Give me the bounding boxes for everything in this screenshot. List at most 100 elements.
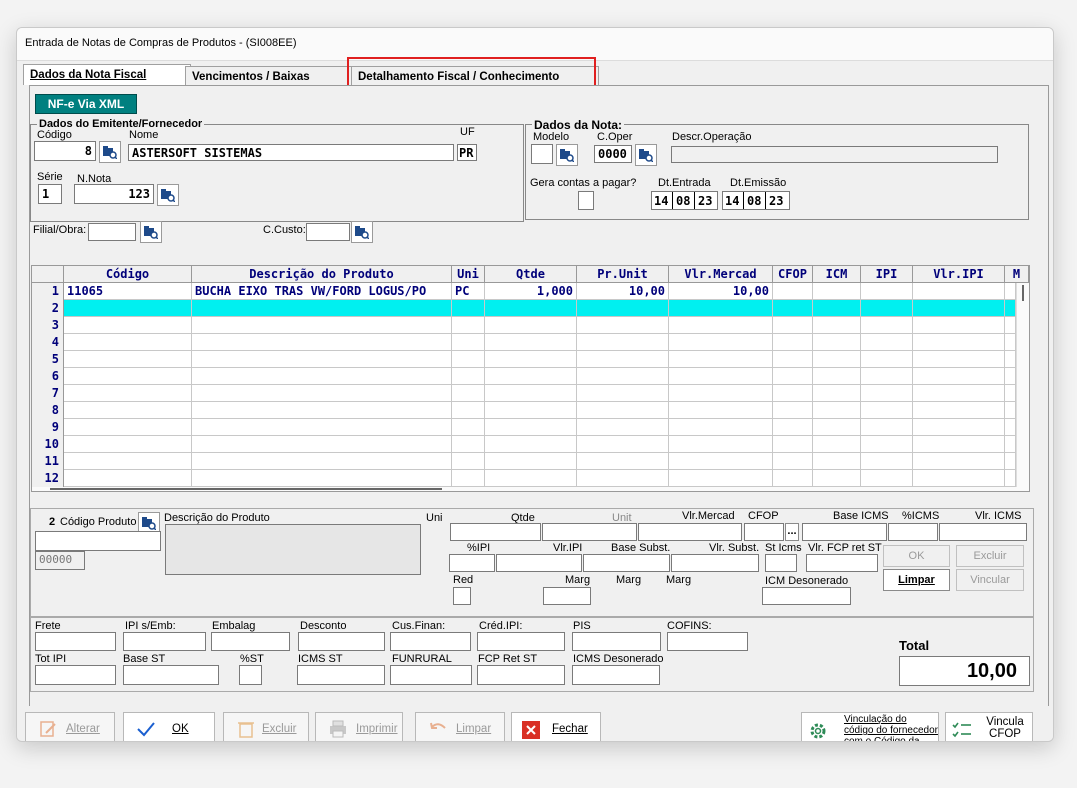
search-filial-button[interactable] — [140, 221, 162, 243]
cell-descricao[interactable] — [192, 317, 452, 334]
vinculacao-codigo-button[interactable]: Vinculação do código do fornecedor com o… — [801, 712, 939, 741]
cell-vlripi[interactable] — [913, 419, 1005, 436]
tab-vencimentos-baixas[interactable]: Vencimentos / Baixas — [185, 66, 353, 87]
cell-codigo[interactable] — [64, 351, 192, 368]
coper-input[interactable]: 0000 — [594, 145, 632, 163]
cell-descricao[interactable]: BUCHA EIXO TRAS VW/FORD LOGUS/PO — [192, 283, 452, 300]
base-subst-input[interactable] — [583, 554, 670, 572]
ipi-emb-input[interactable] — [123, 632, 206, 651]
cus-finan-input[interactable] — [390, 632, 471, 651]
tot-ipi-input[interactable] — [35, 665, 116, 685]
icms-st-input[interactable] — [297, 665, 385, 685]
cell-m[interactable] — [1005, 385, 1016, 402]
col-header-prunit[interactable]: Pr.Unit — [577, 266, 669, 283]
cell-m[interactable] — [1005, 402, 1016, 419]
dt-emissao-input[interactable]: 14 08 23 — [722, 191, 790, 210]
cell-qtde[interactable] — [485, 436, 577, 453]
cell-prunit[interactable] — [577, 385, 669, 402]
nfe-xml-button[interactable]: NF-e Via XML — [35, 94, 137, 114]
cell-cfop[interactable] — [773, 402, 813, 419]
modelo-input[interactable] — [531, 144, 553, 164]
col-header-m[interactable]: M — [1005, 266, 1029, 283]
cell-m[interactable] — [1005, 317, 1016, 334]
col-header-codigo[interactable]: Código — [64, 266, 192, 283]
cell-icm[interactable] — [813, 317, 861, 334]
cell-cfop[interactable] — [773, 317, 813, 334]
cell-cfop[interactable] — [773, 334, 813, 351]
table-row[interactable]: 5 — [32, 351, 1016, 368]
cell-uni[interactable] — [452, 470, 485, 487]
cell-codigo[interactable] — [64, 368, 192, 385]
cell-icm[interactable] — [813, 351, 861, 368]
cell-icm[interactable] — [813, 436, 861, 453]
cell-cfop[interactable] — [773, 453, 813, 470]
table-row[interactable]: 1 11065 BUCHA EIXO TRAS VW/FORD LOGUS/PO PC… — [32, 283, 1016, 300]
cell-descricao[interactable] — [192, 334, 452, 351]
cell-qtde[interactable] — [485, 351, 577, 368]
vincula-cfop-button[interactable]: Vincula CFOP — [945, 712, 1033, 741]
cell-m[interactable] — [1005, 436, 1016, 453]
cell-prunit[interactable] — [577, 317, 669, 334]
cell-cfop[interactable] — [773, 283, 813, 300]
vlr-fcp-input[interactable] — [806, 554, 878, 572]
cred-ipi-input[interactable] — [477, 632, 565, 651]
cfop-browse-button[interactable]: ... — [785, 523, 799, 541]
cell-prunit[interactable] — [577, 419, 669, 436]
cell-prunit[interactable] — [577, 351, 669, 368]
col-header-descricao[interactable]: Descrição do Produto — [192, 266, 452, 283]
search-modelo-button[interactable] — [556, 144, 578, 166]
cell-icm[interactable] — [813, 419, 861, 436]
cell-ipi[interactable] — [861, 334, 913, 351]
cell-vlrmercad[interactable] — [669, 368, 773, 385]
cell-vlrmercad[interactable] — [669, 453, 773, 470]
cell-icm[interactable] — [813, 300, 861, 317]
cell-codigo[interactable] — [64, 334, 192, 351]
cell-descricao[interactable] — [192, 300, 452, 317]
cell-m[interactable] — [1005, 351, 1016, 368]
cell-m[interactable] — [1005, 453, 1016, 470]
cell-vlripi[interactable] — [913, 351, 1005, 368]
cfop-input[interactable] — [744, 523, 784, 541]
base-st-input[interactable] — [123, 665, 219, 685]
cell-cfop[interactable] — [773, 470, 813, 487]
col-header-qtde[interactable]: Qtde — [485, 266, 577, 283]
nome-fornecedor-input[interactable]: ASTERSOFT SISTEMAS — [128, 144, 454, 161]
cell-codigo[interactable] — [64, 300, 192, 317]
serie-input[interactable]: 1 — [38, 184, 62, 204]
cell-vlripi[interactable] — [913, 453, 1005, 470]
cell-qtde[interactable] — [485, 419, 577, 436]
uf-input[interactable]: PR — [457, 144, 477, 161]
col-header-cfop[interactable]: CFOP — [773, 266, 813, 283]
cell-qtde[interactable] — [485, 334, 577, 351]
cell-vlrmercad[interactable]: 10,00 — [669, 283, 773, 300]
search-coper-button[interactable] — [635, 144, 657, 166]
marg-input[interactable] — [543, 587, 591, 605]
cell-vlrmercad[interactable] — [669, 470, 773, 487]
cell-m[interactable] — [1005, 368, 1016, 385]
table-row[interactable]: 8 — [32, 402, 1016, 419]
ok-button[interactable]: OK — [123, 712, 215, 741]
cell-prunit[interactable] — [577, 453, 669, 470]
col-header-icm[interactable]: ICM — [813, 266, 861, 283]
alterar-button[interactable]: Alterar — [25, 712, 115, 741]
cell-prunit[interactable] — [577, 334, 669, 351]
cell-descricao[interactable] — [192, 470, 452, 487]
cell-icm[interactable] — [813, 385, 861, 402]
col-header-vlrmercad[interactable]: Vlr.Mercad — [669, 266, 773, 283]
cell-vlripi[interactable] — [913, 470, 1005, 487]
grid-vscroll-thumb[interactable] — [1022, 285, 1024, 301]
cell-qtde[interactable] — [485, 317, 577, 334]
cell-qtde[interactable] — [485, 385, 577, 402]
cell-prunit[interactable] — [577, 436, 669, 453]
red-input[interactable] — [453, 587, 471, 605]
cell-ipi[interactable] — [861, 436, 913, 453]
cell-cfop[interactable] — [773, 385, 813, 402]
picms-input[interactable] — [888, 523, 938, 541]
cell-icm[interactable] — [813, 283, 861, 300]
vlr-ipi-input[interactable] — [496, 554, 582, 572]
cell-ipi[interactable] — [861, 317, 913, 334]
cell-icm[interactable] — [813, 402, 861, 419]
table-row[interactable]: 9 — [32, 419, 1016, 436]
cell-codigo[interactable] — [64, 436, 192, 453]
cell-descricao[interactable] — [192, 436, 452, 453]
